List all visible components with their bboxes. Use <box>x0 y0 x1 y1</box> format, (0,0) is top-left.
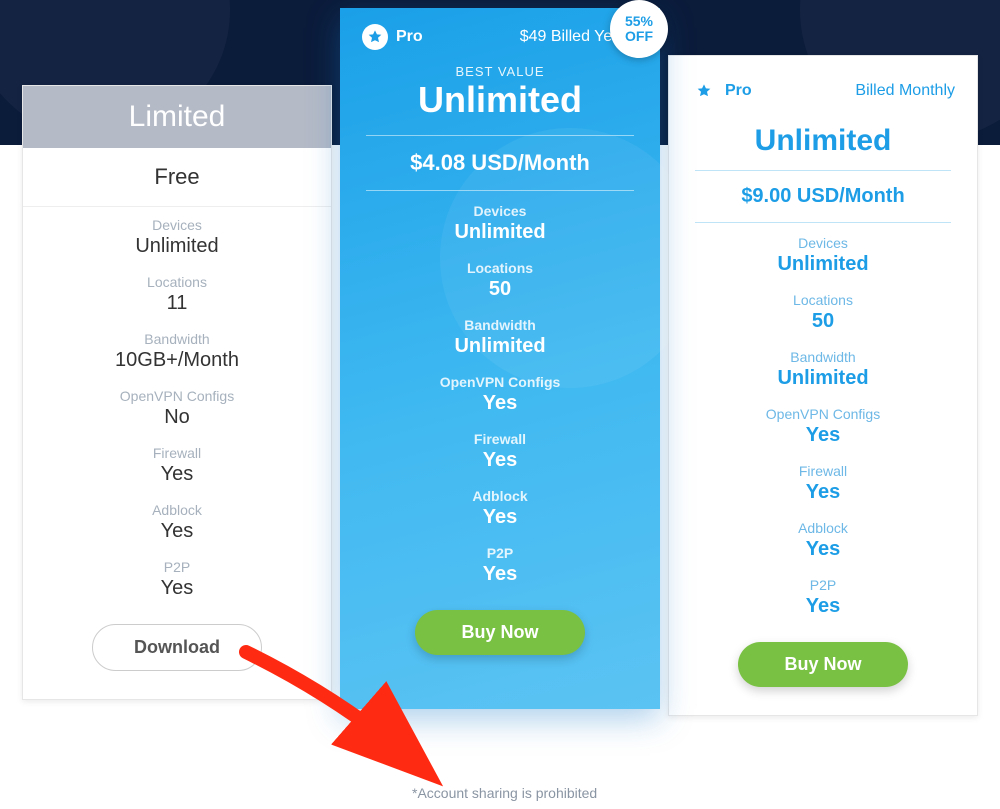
feature-value-adblock: Yes <box>340 506 660 529</box>
feature-value-locations: 50 <box>669 310 977 333</box>
plan-price: Free <box>23 148 331 207</box>
discount-off: OFF <box>625 29 653 44</box>
plan-features: Devices Unlimited Locations 50 Bandwidth Un… <box>669 225 977 628</box>
feature-label-adblock: Adblock <box>23 502 331 518</box>
feature-value-firewall: Yes <box>340 449 660 472</box>
feature-label-openvpn: OpenVPN Configs <box>669 406 977 422</box>
pro-badge-label: Pro <box>725 82 752 100</box>
plan-title: Unlimited <box>669 114 977 168</box>
plan-price: $4.08 USD/Month <box>366 135 634 191</box>
feature-value-firewall: Yes <box>23 463 331 486</box>
feature-label-firewall: Firewall <box>340 431 660 447</box>
feature-label-bandwidth: Bandwidth <box>340 317 660 333</box>
feature-label-devices: Devices <box>340 203 660 219</box>
plan-card-pro-monthly: Pro Billed Monthly Unlimited $9.00 USD/M… <box>668 55 978 716</box>
feature-value-p2p: Yes <box>340 563 660 586</box>
feature-label-firewall: Firewall <box>669 463 977 479</box>
feature-value-locations: 50 <box>340 278 660 301</box>
feature-label-p2p: P2P <box>669 577 977 593</box>
discount-percent: 55% <box>625 14 653 29</box>
plan-card-pro-yearly: 55% OFF Pro $49 Billed Yearly BEST VALUE… <box>340 8 660 709</box>
feature-value-adblock: Yes <box>669 538 977 561</box>
feature-label-locations: Locations <box>669 292 977 308</box>
feature-label-adblock: Adblock <box>340 488 660 504</box>
feature-value-openvpn: No <box>23 406 331 429</box>
footnote-account-sharing: *Account sharing is prohibited <box>412 785 597 801</box>
feature-label-p2p: P2P <box>340 545 660 561</box>
feature-value-firewall: Yes <box>669 481 977 504</box>
feature-value-bandwidth: 10GB+/Month <box>23 349 331 372</box>
feature-value-devices: Unlimited <box>340 221 660 244</box>
discount-badge: 55% OFF <box>610 0 668 58</box>
feature-value-devices: Unlimited <box>669 253 977 276</box>
feature-label-locations: Locations <box>23 274 331 290</box>
feature-value-p2p: Yes <box>23 577 331 600</box>
feature-value-devices: Unlimited <box>23 235 331 258</box>
feature-label-p2p: P2P <box>23 559 331 575</box>
plan-title: Unlimited <box>340 79 660 133</box>
feature-label-locations: Locations <box>340 260 660 276</box>
download-button[interactable]: Download <box>92 624 262 671</box>
plan-features: Devices Unlimited Locations 50 Bandwidth Un… <box>340 193 660 596</box>
feature-value-locations: 11 <box>23 292 331 315</box>
feature-label-bandwidth: Bandwidth <box>23 331 331 347</box>
feature-value-bandwidth: Unlimited <box>669 367 977 390</box>
feature-label-bandwidth: Bandwidth <box>669 349 977 365</box>
feature-value-adblock: Yes <box>23 520 331 543</box>
feature-label-devices: Devices <box>23 217 331 233</box>
feature-value-openvpn: Yes <box>340 392 660 415</box>
feature-value-openvpn: Yes <box>669 424 977 447</box>
feature-value-p2p: Yes <box>669 595 977 618</box>
plan-title: Limited <box>23 86 331 148</box>
plan-price: $9.00 USD/Month <box>695 170 951 223</box>
feature-value-bandwidth: Unlimited <box>340 335 660 358</box>
pro-badge-label: Pro <box>396 28 423 46</box>
plan-card-limited: Limited Free Devices Unlimited Locations 1… <box>22 85 332 700</box>
best-value-label: BEST VALUE <box>340 64 660 79</box>
feature-label-firewall: Firewall <box>23 445 331 461</box>
feature-label-openvpn: OpenVPN Configs <box>340 374 660 390</box>
plan-features: Devices Unlimited Locations 11 Bandwidth 10… <box>23 207 331 610</box>
feature-label-devices: Devices <box>669 235 977 251</box>
billing-cycle: Billed Monthly <box>855 82 955 100</box>
star-icon <box>691 78 717 104</box>
buy-now-button[interactable]: Buy Now <box>738 642 908 687</box>
feature-label-openvpn: OpenVPN Configs <box>23 388 331 404</box>
buy-now-button[interactable]: Buy Now <box>415 610 585 655</box>
pro-badge: Pro <box>691 78 752 104</box>
feature-label-adblock: Adblock <box>669 520 977 536</box>
pro-badge: Pro <box>362 24 423 50</box>
star-icon <box>362 24 388 50</box>
